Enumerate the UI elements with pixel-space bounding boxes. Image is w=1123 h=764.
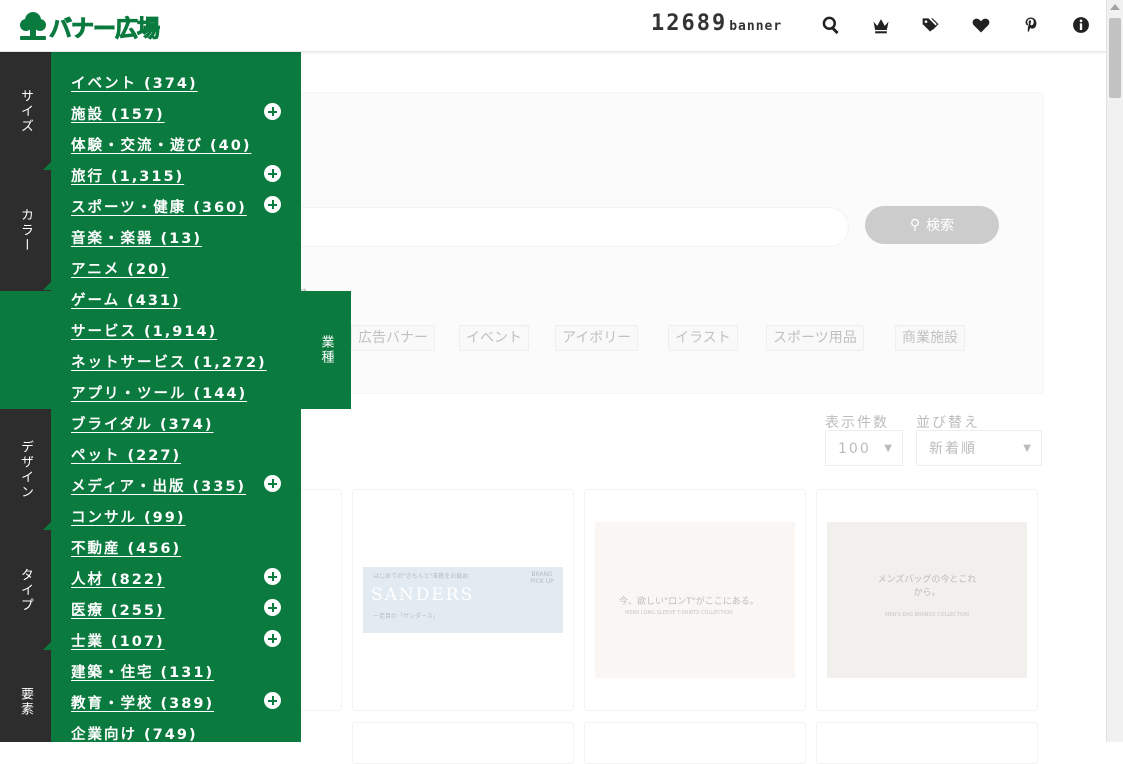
menu-item-construction[interactable]: 建築・住宅 (131) [71, 661, 214, 682]
keyword-tag[interactable]: アイボリー [555, 325, 639, 351]
tree-logo-icon [20, 12, 46, 40]
expand-plus-icon[interactable] [264, 599, 281, 616]
banner-card[interactable] [816, 722, 1038, 764]
tab-industry[interactable]: 業種 [301, 291, 351, 409]
menu-item-hr[interactable]: 人材 (822) [71, 568, 165, 589]
menu-item-service[interactable]: サービス (1,914) [71, 320, 217, 341]
banner-subtext: MEN'S BAG BRANDS COLLECTION [885, 612, 969, 618]
search-icon[interactable] [820, 14, 842, 36]
tab-element[interactable]: 要素 [0, 650, 51, 754]
banner-image-mensbag: メンズバッグの今とこれから。 MEN'S BAG BRANDS COLLECTI… [827, 522, 1027, 678]
per-page-value: 100 [838, 441, 871, 457]
search-button-icon: ⚲ [909, 217, 921, 233]
menu-item-game[interactable]: ゲーム (431) [71, 289, 181, 310]
scroll-thumb[interactable] [1109, 18, 1121, 98]
menu-item-sports[interactable]: スポーツ・健康 (360) [71, 196, 247, 217]
menu-item-pet[interactable]: ペット (227) [71, 444, 181, 465]
expand-plus-icon[interactable] [264, 692, 281, 709]
banner-card[interactable]: はじめての"きちんと"革靴をお勧め SANDERS 一足目の「サンダース」 BR… [352, 489, 574, 711]
search-button-label: 検索 [926, 218, 955, 234]
banner-badge: BRAND PICK UP [530, 571, 554, 585]
menu-item-experience[interactable]: 体験・交流・遊び (40) [71, 134, 251, 155]
menu-item-net-service[interactable]: ネットサービス (1,272) [71, 351, 267, 372]
tab-notch [43, 282, 51, 290]
tab-notch [43, 642, 51, 650]
banner-count-number: 12689 [651, 11, 728, 36]
menu-item-professional[interactable]: 士業 (107) [71, 630, 165, 651]
menu-item-event[interactable]: イベント (374) [71, 72, 198, 93]
expand-plus-icon[interactable] [264, 475, 281, 492]
tags-icon[interactable] [920, 14, 942, 36]
menu-item-bridal[interactable]: ブライダル (374) [71, 413, 214, 434]
banner-title: 今、欲しい"ロンT"がここにある。 [619, 597, 759, 607]
banner-title: メンズバッグの今とこれから。 [877, 575, 977, 598]
expand-plus-icon[interactable] [264, 196, 281, 213]
banner-subtext: はじめての"きちんと"革靴をお勧め [373, 573, 469, 580]
keyword-tag[interactable]: イラスト [668, 325, 738, 351]
menu-item-consulting[interactable]: コンサル (99) [71, 506, 185, 527]
banner-image-sanders: はじめての"きちんと"革靴をお勧め SANDERS 一足目の「サンダース」 BR… [363, 567, 563, 633]
keyword-tag[interactable]: 広告バナー [351, 325, 435, 351]
scroll-up-arrow-icon[interactable] [1110, 4, 1120, 10]
banner-card[interactable]: 今、欲しい"ロンT"がここにある。 MENS LONG SLEEVE T-SHI… [584, 489, 806, 711]
expand-plus-icon[interactable] [264, 568, 281, 585]
banner-card[interactable] [584, 722, 806, 764]
menu-item-music[interactable]: 音楽・楽器 (13) [71, 227, 202, 248]
menu-item-medical[interactable]: 医療 (255) [71, 599, 165, 620]
expand-plus-icon[interactable] [264, 103, 281, 120]
expand-plus-icon[interactable] [264, 165, 281, 182]
menu-item-app-tool[interactable]: アプリ・ツール (144) [71, 382, 247, 403]
tab-notch [43, 162, 51, 170]
banner-foot: 一足目の「サンダース」 [373, 613, 439, 620]
keyword-tag[interactable]: 商業施設 [895, 325, 965, 351]
sort-label: 並び替え [916, 415, 980, 431]
search-input[interactable] [247, 207, 849, 247]
tab-type[interactable]: タイプ [0, 530, 51, 650]
keyword-tag[interactable]: スポーツ用品 [766, 325, 864, 351]
tab-notch [43, 522, 51, 530]
sort-value: 新着順 [929, 441, 977, 457]
crown-icon[interactable] [870, 14, 892, 36]
keyword-tag[interactable]: イベント [459, 325, 529, 351]
banner-image-longt: 今、欲しい"ロンT"がここにある。 MENS LONG SLEEVE T-SHI… [595, 522, 795, 678]
menu-item-anime[interactable]: アニメ (20) [71, 258, 169, 279]
menu-item-business[interactable]: 企業向け (749) [71, 723, 198, 744]
tab-size[interactable]: サイズ [0, 52, 51, 170]
menu-item-real-estate[interactable]: 不動産 (456) [71, 537, 181, 558]
expand-plus-icon[interactable] [264, 630, 281, 647]
chevron-down-icon: ▼ [1023, 443, 1033, 454]
tab-design[interactable]: デザイン [0, 410, 51, 530]
pinterest-icon[interactable] [1020, 14, 1042, 36]
banner-card[interactable]: メンズバッグの今とこれから。 MEN'S BAG BRANDS COLLECTI… [816, 489, 1038, 711]
site-logo[interactable]: バナー広場 [18, 8, 161, 44]
industry-menu: イベント (374) 施設 (157) 体験・交流・遊び (40) 旅行 (1,… [51, 52, 301, 744]
heart-icon[interactable] [970, 14, 992, 36]
per-page-select[interactable]: 100 ▼ [825, 430, 903, 466]
site-header: バナー広場 12689 banner [0, 0, 1107, 52]
tab-color[interactable]: カラー [0, 170, 51, 290]
menu-item-media[interactable]: メディア・出版 (335) [71, 475, 246, 496]
menu-item-facility[interactable]: 施設 (157) [71, 103, 165, 124]
menu-item-travel[interactable]: 旅行 (1,315) [71, 165, 184, 186]
search-button[interactable]: ⚲ 検索 [865, 206, 999, 244]
banner-title: SANDERS [371, 585, 475, 605]
info-icon[interactable] [1070, 14, 1092, 36]
page-scrollbar[interactable] [1106, 0, 1123, 742]
per-page-label: 表示件数 [825, 415, 889, 431]
logo-text: バナー広場 [49, 16, 161, 43]
menu-item-education[interactable]: 教育・学校 (389) [71, 692, 214, 713]
banner-count-unit: banner [729, 19, 783, 34]
sort-select[interactable]: 新着順 ▼ [916, 430, 1042, 466]
banner-count: 12689 banner [651, 11, 782, 36]
chevron-down-icon: ▼ [884, 443, 894, 454]
banner-subtext: MENS LONG SLEEVE T-SHIRTS COLLECTION [625, 610, 733, 616]
tab-notch [341, 401, 351, 409]
banner-card[interactable] [352, 722, 574, 764]
